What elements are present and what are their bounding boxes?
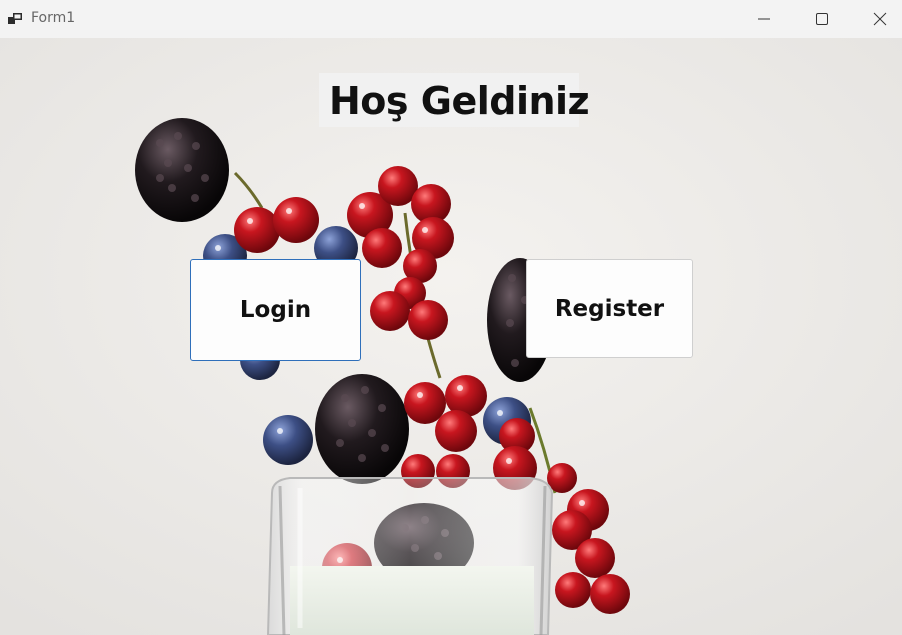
app-window: Form1 Hoş Geldiniz Login Register (0, 0, 902, 635)
welcome-label: Hoş Geldiniz (329, 79, 590, 123)
app-icon (8, 11, 24, 27)
close-icon (873, 12, 887, 26)
minimize-icon (758, 18, 770, 20)
register-button[interactable]: Register (526, 259, 693, 358)
title-bar[interactable]: Form1 (0, 0, 902, 39)
welcome-label-box: Hoş Geldiniz (319, 73, 590, 127)
minimize-button[interactable] (735, 0, 793, 38)
window-title: Form1 (31, 10, 76, 26)
close-button[interactable] (852, 0, 902, 38)
form-client-area: Hoş Geldiniz Login Register (0, 38, 902, 635)
berries-background-image (0, 38, 902, 635)
login-button-label: Login (239, 297, 312, 323)
glass-cup (266, 477, 554, 635)
register-button-label: Register (554, 295, 665, 322)
maximize-button[interactable] (793, 0, 851, 38)
blackberry-top-left (135, 118, 229, 222)
login-button[interactable]: Login (190, 259, 361, 361)
maximize-icon (816, 13, 828, 25)
